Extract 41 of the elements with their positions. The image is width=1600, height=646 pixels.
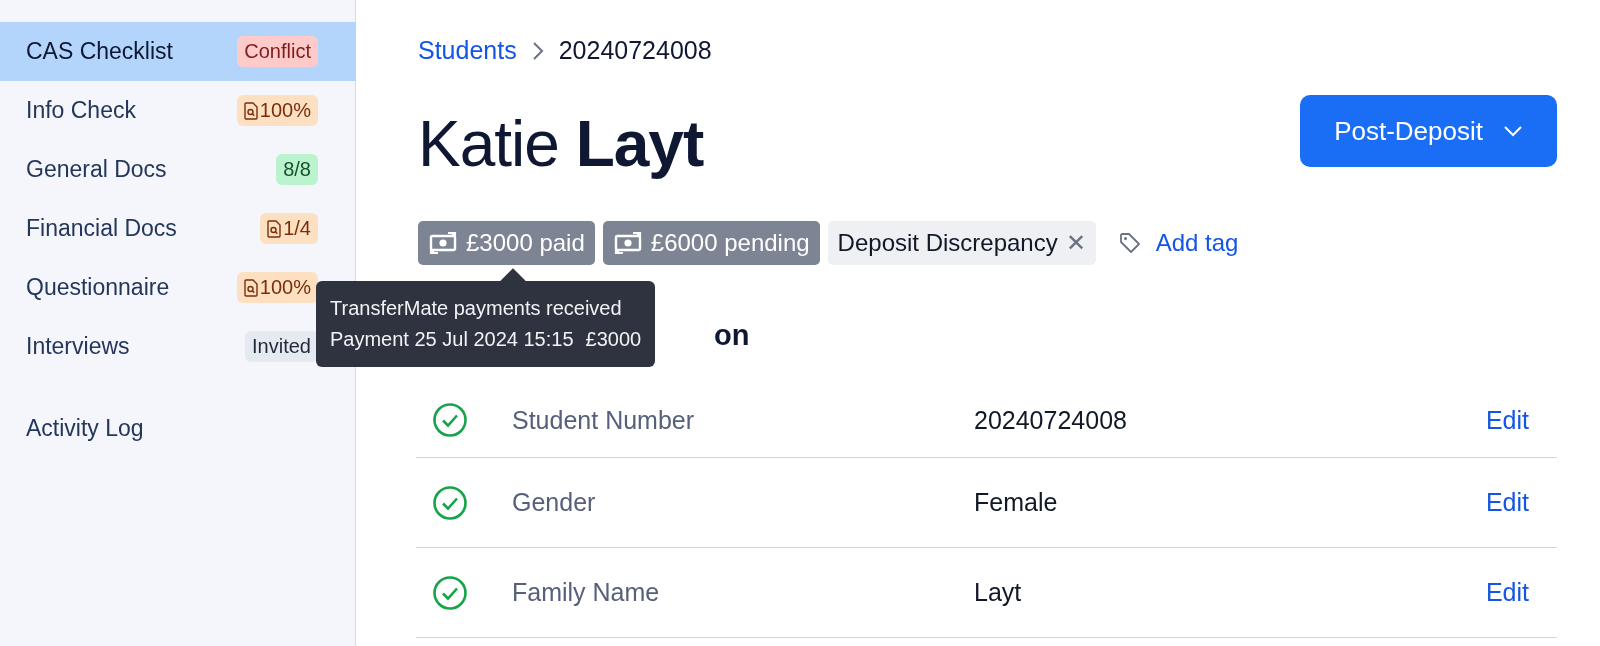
section-heading: on <box>714 319 750 351</box>
document-search-icon <box>243 101 258 120</box>
sidebar-item[interactable]: General Docs 8/8 <box>0 140 318 199</box>
breadcrumb-link[interactable]: Students <box>418 36 517 65</box>
tooltip-title: TransferMate payments received <box>330 296 623 321</box>
sidebar-item[interactable]: Info Check 100% <box>0 81 318 140</box>
tag-icon <box>1117 231 1142 255</box>
status-badge: 100% <box>236 95 318 126</box>
edit-link[interactable]: Edit <box>1485 578 1529 607</box>
field-label: Student Number <box>512 405 696 435</box>
status-badge: Invited <box>245 331 318 362</box>
payment-tag: £6000 pending <box>602 221 820 265</box>
status-badge: Conflict <box>237 36 318 67</box>
payment-tag: £3000 paid <box>418 221 595 265</box>
sidebar-item[interactable]: Financial Docs 1/4 <box>0 199 318 258</box>
chevron-right-icon <box>530 40 545 61</box>
status-dropdown[interactable]: Post-Deposit <box>1300 95 1557 167</box>
field-label: Gender <box>512 488 597 517</box>
money-transfer-icon <box>612 231 643 255</box>
field-value: Layt <box>974 578 1023 607</box>
student-name: Katie Layt <box>418 107 704 181</box>
status-badge: 100% <box>236 272 318 303</box>
document-search-icon <box>267 219 282 238</box>
money-transfer-icon <box>428 231 458 255</box>
payment-date: Payment 25 Jul 2024 15:15 <box>330 327 574 352</box>
payment-amount: £3000 <box>585 327 642 352</box>
sidebar-item[interactable]: Interviews Invited <box>0 317 318 376</box>
field-value: 20240724008 <box>974 405 1128 435</box>
field-value: Female <box>974 488 1059 517</box>
chevron-down-icon <box>1503 125 1523 137</box>
status-badge: 8/8 <box>276 154 318 185</box>
edit-link[interactable]: Edit <box>1485 488 1529 517</box>
document-search-icon <box>243 278 258 297</box>
sidebar-item[interactable]: Questionnaire 100% <box>0 258 318 317</box>
tag: Deposit Discrepancy ✕ <box>827 221 1096 265</box>
breadcrumb-current: 20240724008 <box>558 36 712 65</box>
add-tag-link[interactable]: Add tag <box>1117 229 1239 257</box>
field-label: Family Name <box>512 578 661 607</box>
status-badge: 1/4 <box>260 213 318 244</box>
edit-link[interactable]: Edit <box>1485 405 1529 435</box>
sidebar-item[interactable]: Activity Log <box>0 399 318 458</box>
